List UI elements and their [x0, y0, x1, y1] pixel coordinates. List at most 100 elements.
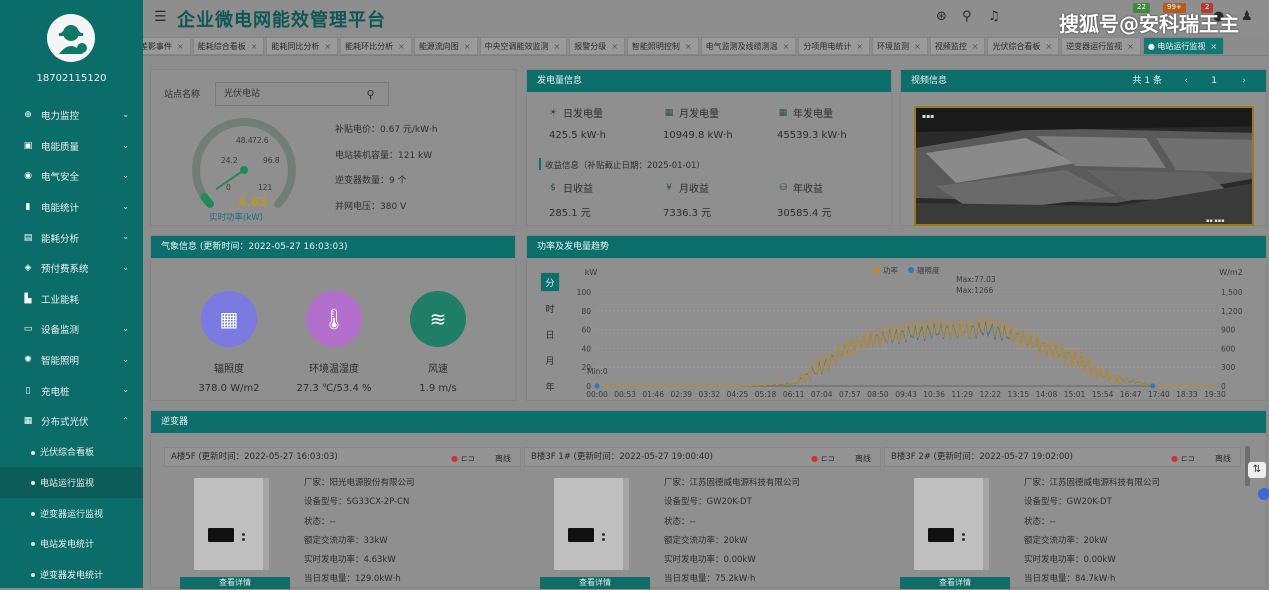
radio-minute[interactable]: 分	[540, 272, 560, 292]
realtime-power: 实时发电功率：0.00kW	[664, 555, 756, 565]
month-income-label: 月收益	[679, 184, 709, 195]
submenu-station-monitor[interactable]: 电站运行监视	[0, 467, 143, 498]
tab-item[interactable]: 中央空调能效监测 ×	[479, 37, 568, 55]
inverter-card-title: B楼3F 2# (更新时间：2022-05-27 19:02:00) ● ⊏⊐ …	[884, 447, 1241, 467]
subsidy-price: 补贴电价：0.67 元/kW·h	[335, 125, 438, 135]
inverter-image	[554, 478, 629, 570]
irradiance-value: 378.0 W/m2	[198, 383, 260, 394]
y-tick-left: 40	[581, 344, 591, 353]
submenu-pv-dashboard[interactable]: 光伏综合看板	[0, 437, 143, 468]
tab-item[interactable]: 视频监控 ×	[929, 37, 986, 55]
tab-item[interactable]: 能耗综合看板 ×	[192, 37, 265, 55]
tab-item[interactable]: 能耗同比分析 ×	[266, 37, 339, 55]
bell-icon[interactable]: ♫	[988, 9, 1000, 24]
grid-voltage: 并网电压：380 V	[335, 202, 407, 212]
camera-image: ▪▪▪ ▪▪ ▪▪▪	[916, 108, 1252, 224]
status: 状态：--	[664, 517, 696, 527]
menu-item-power-monitor[interactable]: ⊕ 电力监控 ⌄	[0, 100, 143, 131]
search-icon[interactable]: ⚲	[962, 9, 972, 24]
daily-generation: 当日发电量：129.0kW·h	[304, 574, 401, 584]
float-button-icon[interactable]	[1258, 488, 1269, 500]
menu-item-distributed-pv[interactable]: ▦ 分布式光伏 ⌃	[0, 406, 143, 437]
tab-bar: 差影事件 × 能耗综合看板 × 能耗同比分析 × 能耗环比分析 × 能源流向图 × 中央空调能效监测…	[143, 36, 1269, 56]
next-page-button[interactable]: ›	[1242, 70, 1246, 92]
inverter-image	[914, 478, 989, 570]
submenu-inverter-generation[interactable]: 逆变器发电统计	[0, 559, 143, 590]
tab-item[interactable]: 差影事件 ×	[143, 37, 191, 55]
radio-year[interactable]: 年	[540, 376, 560, 396]
max-label: Max:1266	[956, 286, 993, 295]
tab-item[interactable]: 光伏综合看板 ×	[987, 37, 1060, 55]
inverter-card-title: B楼3F 1# (更新时间：2022-05-27 19:00:40) ● ⊏⊐ …	[524, 447, 881, 467]
min-label: Min:0	[587, 367, 608, 376]
tab-item[interactable]: 电气监测及线缆测温 ×	[700, 37, 797, 55]
help-icon[interactable]: ⊛	[936, 9, 947, 24]
sun-icon: ☀	[548, 107, 558, 118]
model: 设备型号：GW20K-DT	[664, 497, 752, 507]
menu-item-industrial-energy[interactable]: ▙ 工业能耗	[0, 284, 143, 315]
x-tick: 08:50	[867, 390, 889, 399]
tab-item[interactable]: 智能照明控制 ×	[626, 37, 699, 55]
year-income-label: 年收益	[793, 184, 823, 195]
x-tick: 19:30	[1204, 390, 1226, 399]
year-gen-label: 年发电量	[793, 109, 833, 120]
user-profile-icon[interactable]: ♟	[1241, 9, 1253, 24]
menu-item-energy-stats[interactable]: ▮ 电能统计 ⌄	[0, 192, 143, 223]
search-button[interactable]: ⚲	[353, 82, 389, 106]
submenu-station-generation[interactable]: 电站发电统计	[0, 528, 143, 559]
trend-chart: 0 020 30040 60060 90080 1,200100 1,50000:00 00:…	[577, 265, 1243, 399]
menu-item-charger[interactable]: ▯ 充电桩 ⌄	[0, 375, 143, 406]
y-tick-left: 60	[581, 326, 591, 335]
radio-day[interactable]: 日	[540, 324, 560, 344]
page-number[interactable]: 1	[1211, 70, 1217, 92]
tab-item[interactable]: 能源流向图 ×	[413, 37, 478, 55]
video-panel: 视频信息 共 1 条 ‹ 1 › ▪▪▪ ▪▪ ▪▪▪	[900, 69, 1267, 226]
menu-item-smart-lighting[interactable]: ✺ 智能照明 ⌄	[0, 345, 143, 376]
radio-month[interactable]: 月	[540, 350, 560, 370]
avatar[interactable]	[47, 14, 95, 62]
x-tick: 01:46	[642, 390, 664, 399]
menu-item-energy-analysis[interactable]: ▤ 能耗分析 ⌄	[0, 222, 143, 253]
tab-item[interactable]: 能耗环比分析 ×	[340, 37, 412, 55]
menu-item-prepaid[interactable]: ◈ 预付费系统 ⌄	[0, 253, 143, 284]
close-icon: ×	[1045, 42, 1053, 51]
radio-hour[interactable]: 时	[540, 298, 560, 318]
y-tick-right: 1,200	[1221, 307, 1243, 316]
menu-item-device-monitor[interactable]: ▭ 设备监测 ⌄	[0, 314, 143, 345]
series-point-end	[1150, 383, 1156, 389]
close-icon: ×	[553, 42, 561, 51]
manufacturer: 厂家：江苏固德威电源科技有限公司	[664, 478, 801, 488]
tab-item[interactable]: 环境监测 ×	[872, 37, 928, 55]
tab-item[interactable]: 逆变器运行监视 ×	[1061, 37, 1141, 55]
menu-item-power-quality[interactable]: ▣ 电能质量 ⌄	[0, 131, 143, 162]
video-feed[interactable]: ▪▪▪ ▪▪ ▪▪▪	[914, 106, 1254, 226]
settings-float-icon[interactable]: ⇅	[1248, 462, 1266, 478]
sidebar: 18702115120 ⊕ 电力监控 ⌄ ▣ 电能质量 ⌄ ◉ 电气安全 ⌄ ▮ 电能统计 ⌄ …	[0, 0, 143, 588]
view-details-button[interactable]: 查看详情	[900, 577, 1010, 589]
view-details-button[interactable]: 查看详情	[180, 577, 290, 589]
station-name-label: 站点名称	[164, 90, 201, 100]
close-icon: ×	[856, 42, 864, 51]
max-label: Max:77.03	[956, 275, 996, 284]
tab-item[interactable]: 报警分级 ×	[569, 37, 625, 55]
tab-item-active[interactable]: ● 电站运行监视 ×	[1142, 37, 1225, 55]
bar-chart-icon: ▮	[25, 202, 31, 213]
generation-title: 发电量信息	[527, 70, 891, 92]
rated-power: 额定交流功率：33kW	[304, 536, 388, 546]
close-icon: ×	[914, 42, 921, 51]
temp-humidity-value: 27.3 ℃/53.4 %	[296, 383, 372, 394]
y-axis-unit-right: W/m2	[1219, 268, 1243, 277]
view-details-button[interactable]: 查看详情	[540, 577, 650, 589]
plug-icon: ⊏⊐	[1181, 454, 1195, 463]
tab-item[interactable]: 分项用电统计 ×	[798, 37, 871, 55]
prev-page-button[interactable]: ‹	[1184, 70, 1188, 92]
charger-icon: ▯	[25, 385, 31, 396]
x-tick: 15:54	[1092, 390, 1114, 399]
thermometer-icon: 🌡	[306, 291, 362, 347]
menu-item-electrical-safety[interactable]: ◉ 电气安全 ⌄	[0, 161, 143, 192]
menu-toggle-icon[interactable]: ☰	[154, 9, 167, 25]
inverter-card: B楼3F 2# (更新时间：2022-05-27 19:02:00) ● ⊏⊐ …	[884, 447, 1241, 589]
submenu-inverter-monitor[interactable]: 逆变器运行监视	[0, 498, 143, 529]
x-tick: 18:33	[1176, 390, 1198, 399]
chevron-down-icon: ⌄	[122, 171, 129, 181]
